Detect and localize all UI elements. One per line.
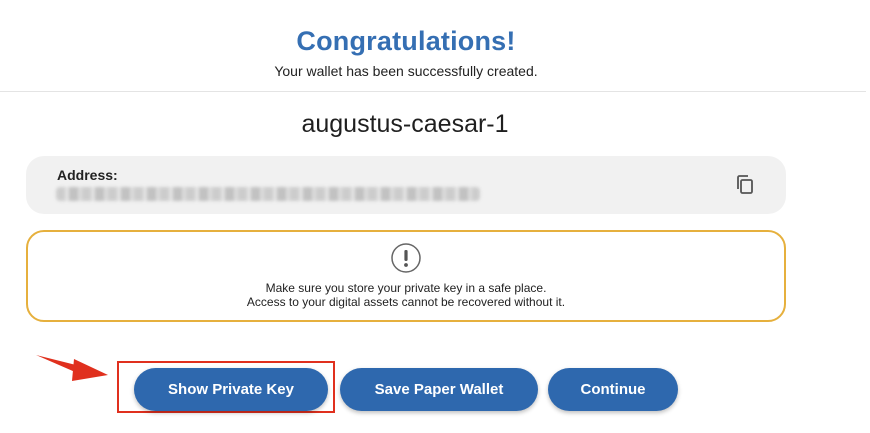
address-panel: Address:	[26, 156, 786, 214]
warning-text-line-2: Access to your digital assets cannot be …	[246, 295, 566, 309]
save-paper-wallet-button[interactable]: Save Paper Wallet	[340, 368, 538, 411]
exclamation-circle-icon	[390, 242, 422, 274]
page-title: Congratulations!	[296, 26, 516, 56]
address-label: Address:	[57, 167, 118, 183]
arrow-icon	[32, 345, 112, 385]
private-key-warning: Make sure you store your private key in …	[26, 230, 786, 322]
continue-button[interactable]: Continue	[548, 368, 678, 411]
address-value-redacted[interactable]	[56, 187, 480, 201]
warning-text-line-1: Make sure you store your private key in …	[265, 281, 547, 295]
header-divider	[0, 91, 866, 92]
page-subtitle: Your wallet has been successfully create…	[274, 63, 538, 79]
wallet-name: augustus-caesar-1	[301, 110, 509, 138]
show-private-key-button[interactable]: Show Private Key	[134, 368, 328, 411]
copy-icon[interactable]	[734, 174, 756, 196]
